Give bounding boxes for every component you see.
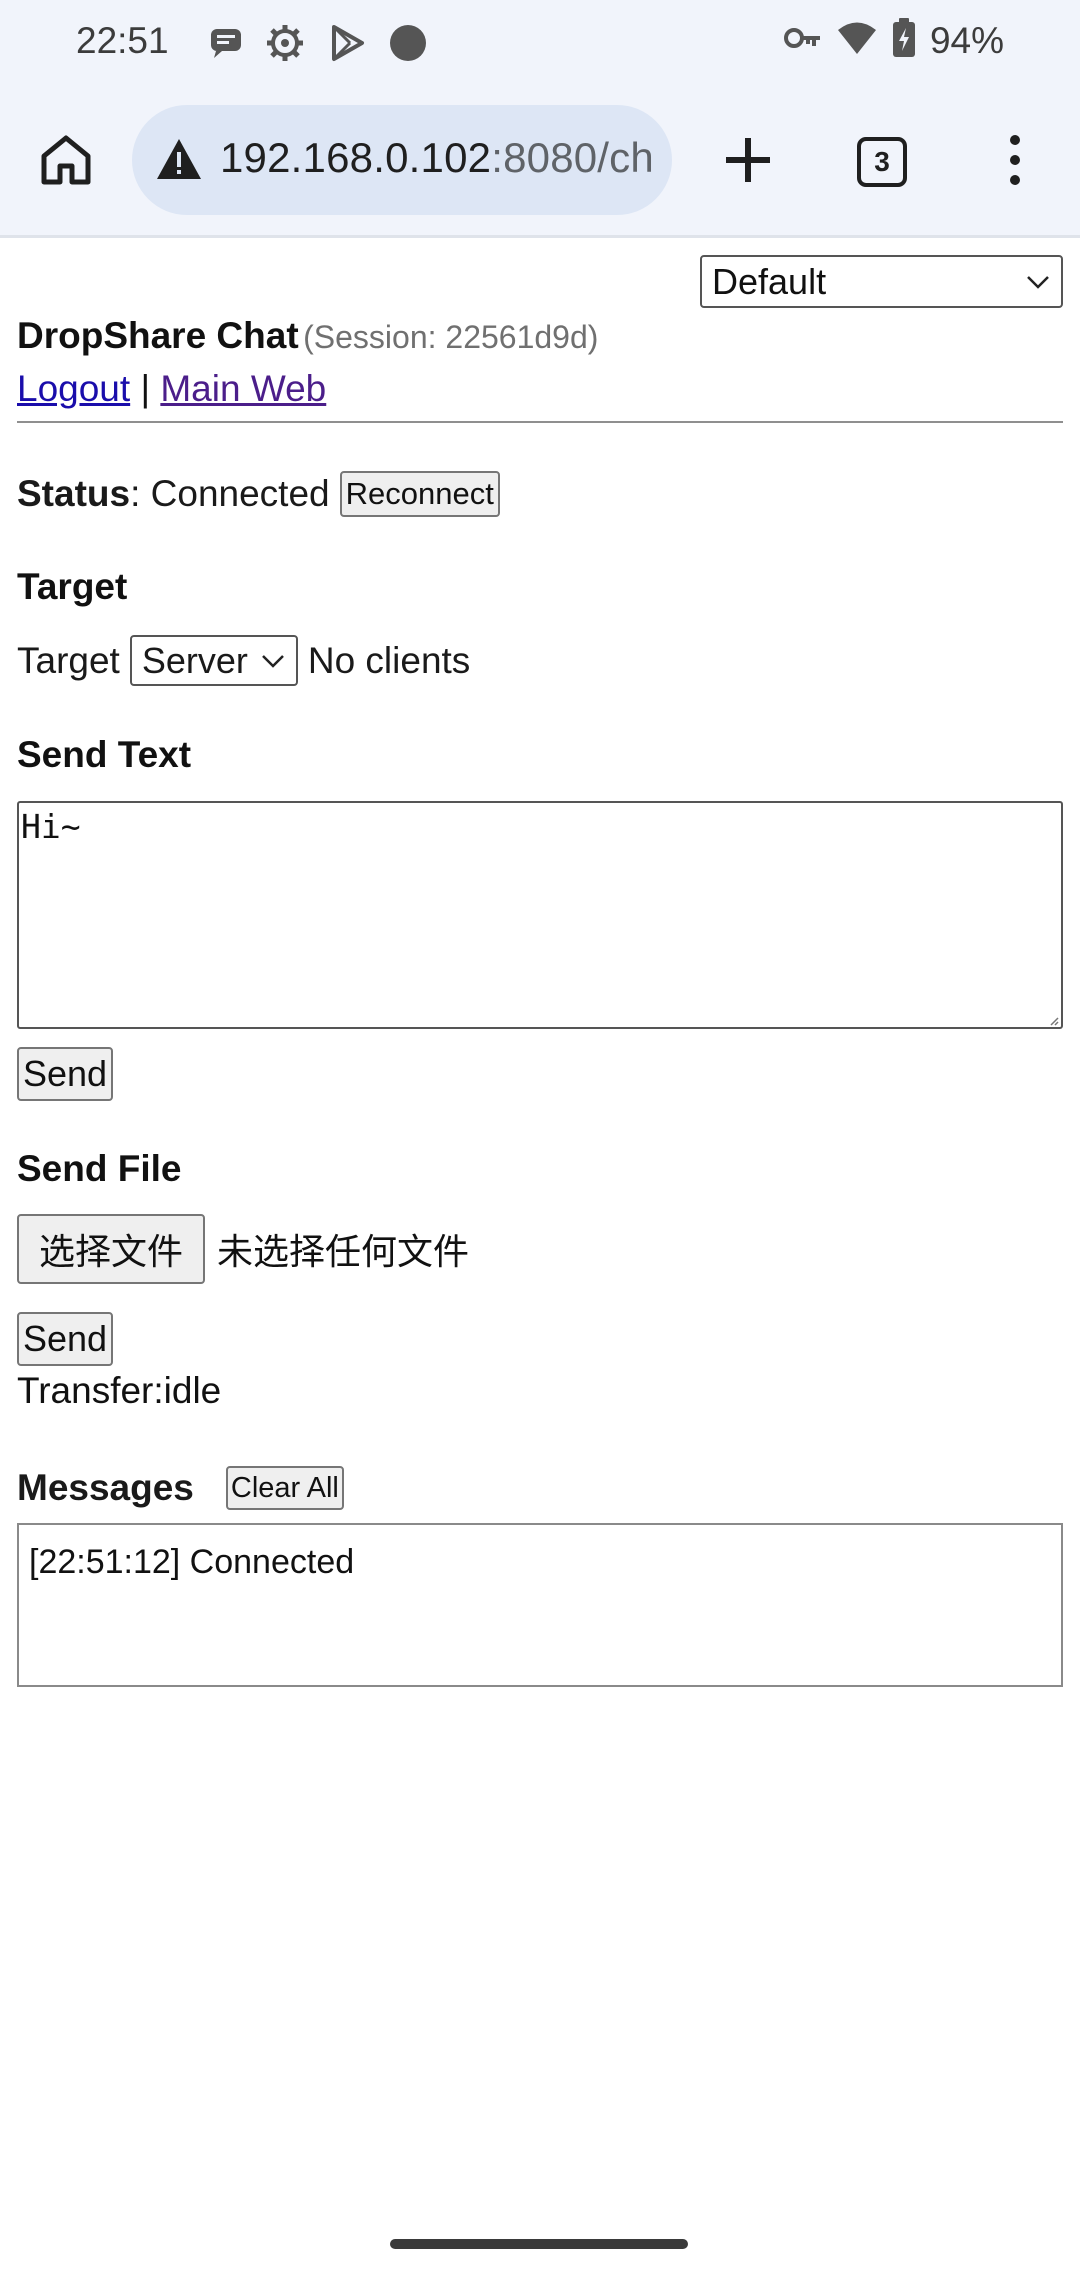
send-text-heading: Send Text xyxy=(17,734,192,775)
file-input-row: 选择文件 未选择任何文件 xyxy=(17,1214,469,1284)
send-text-button[interactable]: Send xyxy=(17,1047,114,1101)
clear-all-button[interactable]: Clear All xyxy=(225,1466,344,1510)
session-id: (Session: 22561d9d) xyxy=(303,319,599,355)
target-row: Target Server No clients xyxy=(17,635,470,686)
reconnect-button[interactable]: Reconnect xyxy=(339,471,500,517)
transfer-status: Transfer:idle xyxy=(17,1370,222,1411)
nav-links: Logout | Main Web xyxy=(17,368,326,410)
target-label: Target xyxy=(17,639,120,681)
warning-icon[interactable] xyxy=(154,135,204,185)
chat-bubble-icon xyxy=(206,22,246,64)
target-select-value: Server xyxy=(141,640,248,681)
address-bar[interactable]: 192.168.0.102:8080/ch xyxy=(132,105,672,215)
logout-link[interactable]: Logout xyxy=(17,368,130,409)
page-title: DropShare Chat xyxy=(17,315,299,356)
circle-icon xyxy=(388,22,428,64)
wifi-icon xyxy=(836,21,878,60)
theme-select[interactable]: Default xyxy=(700,255,1063,308)
url-text[interactable]: 192.168.0.102:8080/ch xyxy=(220,134,654,182)
no-file-text: 未选择任何文件 xyxy=(217,1232,470,1273)
target-heading: Target xyxy=(17,566,128,607)
choose-file-button[interactable]: 选择文件 xyxy=(17,1214,206,1284)
list-item: [22:51:12] Connected xyxy=(29,1543,355,1581)
status-bar: 22:51 94% xyxy=(0,0,1080,86)
link-separator: | xyxy=(140,368,151,409)
connection-status: Status: Connected Reconnect xyxy=(17,471,500,517)
home-indicator[interactable] xyxy=(390,2239,688,2249)
send-file-heading: Send File xyxy=(17,1148,182,1189)
chevron-down-icon xyxy=(1027,276,1049,289)
messages-heading: Messages xyxy=(17,1467,194,1508)
battery-charging-icon xyxy=(892,18,916,63)
overflow-menu-icon[interactable] xyxy=(1000,130,1030,190)
status-value: Connected xyxy=(150,473,330,514)
play-store-icon xyxy=(326,22,368,64)
target-select[interactable]: Server xyxy=(129,635,298,686)
plus-icon[interactable] xyxy=(718,130,778,190)
resize-grip-icon[interactable] xyxy=(1049,1016,1059,1026)
send-file-button[interactable]: Send xyxy=(17,1312,114,1366)
gear-icon xyxy=(264,22,306,64)
battery-percent: 94% xyxy=(929,19,1004,61)
status-time: 22:51 xyxy=(76,20,169,61)
messages-header: Messages Clear All xyxy=(17,1466,344,1510)
status-system-icons: 94% xyxy=(783,18,1004,63)
message-textarea[interactable] xyxy=(17,801,1063,1029)
status-label: Status xyxy=(17,473,131,514)
main-web-link[interactable]: Main Web xyxy=(160,368,326,409)
divider xyxy=(17,421,1063,423)
status-colon: : xyxy=(130,473,141,514)
key-icon xyxy=(783,23,822,58)
theme-select-value: Default xyxy=(712,261,827,302)
page-title-line: DropShare Chat (Session: 22561d9d) xyxy=(17,315,598,357)
tab-switcher-icon[interactable]: 3 xyxy=(857,137,907,187)
home-icon[interactable] xyxy=(36,130,96,190)
browser-toolbar: 192.168.0.102:8080/ch 3 xyxy=(0,86,1080,238)
messages-log[interactable]: [22:51:12] Connected xyxy=(17,1523,1063,1687)
clients-status: No clients xyxy=(307,639,471,681)
chevron-down-icon xyxy=(261,655,284,668)
